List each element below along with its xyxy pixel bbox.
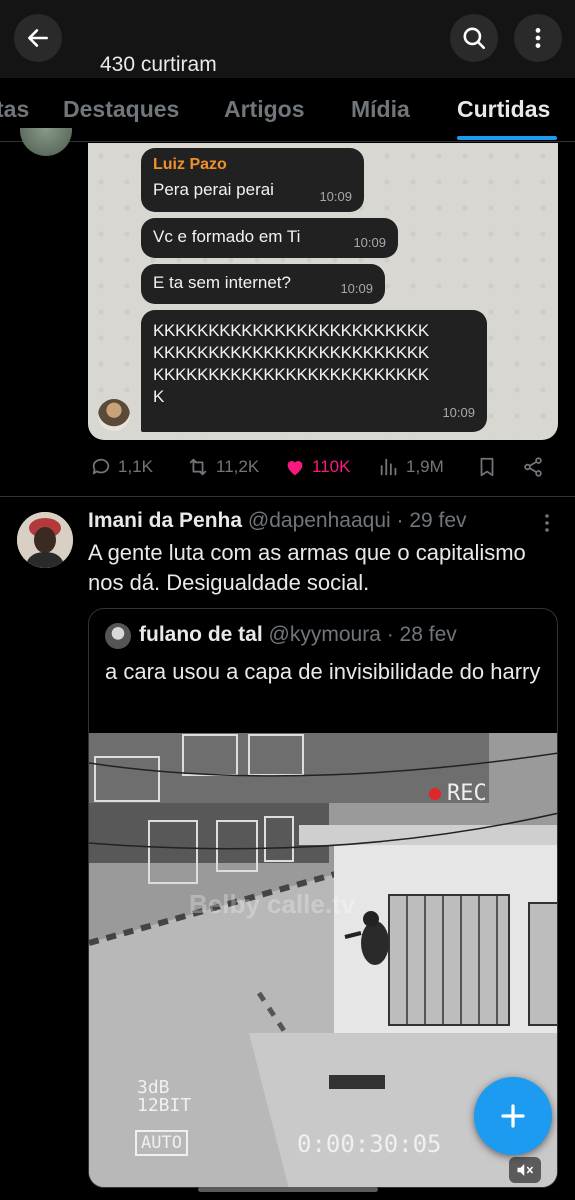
reply-icon bbox=[92, 458, 110, 475]
chat-message-line: KKKKKKKKKKKKKKKKKKKKKKKKK bbox=[153, 321, 429, 340]
chat-message-time: 10:09 bbox=[319, 189, 352, 204]
tab-respostas[interactable]: tas bbox=[0, 96, 29, 123]
compose-button[interactable] bbox=[474, 1077, 552, 1155]
views-count: 1,9M bbox=[406, 457, 444, 476]
auto-label: AUTO bbox=[135, 1130, 188, 1156]
home-indicator[interactable] bbox=[198, 1187, 378, 1192]
mute-button[interactable] bbox=[509, 1157, 541, 1183]
camera-timecode: 0:00:30:05 bbox=[297, 1130, 442, 1158]
rec-label: REC bbox=[447, 781, 487, 806]
rec-indicator: REC bbox=[429, 781, 487, 806]
arrow-left-icon bbox=[28, 29, 48, 47]
repost-count: 11,2K bbox=[216, 457, 260, 476]
plus-icon bbox=[501, 1104, 525, 1128]
tab-artigos[interactable]: Artigos bbox=[224, 96, 305, 123]
chat-bubble: KKKKKKKKKKKKKKKKKKKKKKKKK KKKKKKKKKKKKKK… bbox=[141, 310, 487, 432]
views-chart-icon bbox=[380, 458, 397, 476]
avatar-portrait bbox=[17, 512, 73, 568]
chat-bubble: Vc e formado em Ti 10:09 bbox=[141, 218, 398, 258]
video-watermark: Belby calle.tv bbox=[189, 889, 356, 919]
chat-message-text: Vc e formado em Ti bbox=[153, 227, 301, 246]
tab-curtidas[interactable]: Curtidas bbox=[457, 96, 550, 123]
more-vertical-icon bbox=[535, 28, 541, 48]
chat-message-time: 10:09 bbox=[353, 235, 386, 250]
author-name[interactable]: Imani da Penha bbox=[88, 509, 242, 532]
author-handle[interactable]: @dapenhaaqui bbox=[248, 509, 391, 532]
camera-audio-info: 3dB 12BIT bbox=[137, 1079, 191, 1115]
tweet-date[interactable]: · 29 fev bbox=[397, 509, 467, 532]
bookmark-button[interactable] bbox=[476, 456, 498, 478]
chat-message-line: KKKKKKKKKKKKKKKKKKKKKKKKK bbox=[153, 365, 429, 384]
quoted-author-name: fulano de tal bbox=[139, 623, 263, 646]
active-tab-indicator bbox=[457, 136, 557, 140]
chat-bubble: E ta sem internet? 10:09 bbox=[141, 264, 385, 304]
chat-sender-name: Luiz Pazo bbox=[153, 156, 227, 173]
chat-message-line: K bbox=[153, 387, 165, 406]
tweet-action-bar: 1,1K 11,2K 110K 1,9M bbox=[88, 452, 558, 484]
like-count: 110K bbox=[312, 457, 351, 476]
chat-message-text: E ta sem internet? bbox=[153, 273, 291, 292]
quoted-author-handle: @kyymoura bbox=[268, 623, 381, 646]
tweet-image[interactable]: Luiz Pazo Pera perai perai 10:09 Vc e fo… bbox=[88, 143, 558, 440]
quoted-author-line: fulano de tal @kyymoura · 28 fev bbox=[139, 623, 457, 647]
tweet-text: A gente luta com as armas que o capitali… bbox=[88, 540, 526, 595]
tweet-divider bbox=[0, 496, 575, 497]
share-icon bbox=[524, 457, 542, 477]
bookmark-icon bbox=[480, 457, 494, 477]
chat-message-text: Pera perai perai bbox=[153, 180, 274, 199]
profile-header: 430 curtiram bbox=[0, 0, 575, 78]
avatar[interactable] bbox=[20, 128, 72, 156]
avatar[interactable] bbox=[17, 512, 73, 568]
speaker-muted-icon bbox=[517, 1164, 534, 1176]
search-button[interactable] bbox=[450, 14, 498, 62]
reply-button[interactable]: 1,1K bbox=[90, 456, 153, 478]
profile-tabs: tas Destaques Artigos Mídia Curtidas bbox=[0, 78, 575, 142]
quoted-tweet-date: · 28 fev bbox=[386, 623, 457, 646]
bit-label: 12BIT bbox=[137, 1095, 192, 1116]
tweet-author-line: Imani da Penha @dapenhaaqui · 29 fev bbox=[88, 509, 467, 533]
chat-message-time: 10:09 bbox=[442, 405, 475, 420]
more-options-button[interactable] bbox=[514, 14, 562, 62]
repost-button[interactable]: 11,2K bbox=[186, 456, 259, 478]
chat-message-line: KKKKKKKKKKKKKKKKKKKKKKKKK bbox=[153, 343, 429, 362]
rec-dot-icon bbox=[429, 787, 441, 800]
repost-icon bbox=[189, 458, 207, 476]
chat-message-time: 10:09 bbox=[340, 281, 373, 296]
chat-avatar bbox=[98, 399, 130, 431]
back-button[interactable] bbox=[14, 14, 62, 62]
tab-midia[interactable]: Mídia bbox=[351, 96, 410, 123]
quoted-tweet-text: a cara usou a capa de invisibilidade do … bbox=[105, 659, 541, 684]
search-icon bbox=[463, 27, 486, 50]
avatar bbox=[105, 623, 131, 649]
chat-bubble: Luiz Pazo Pera perai perai 10:09 bbox=[141, 148, 364, 212]
heart-filled-icon bbox=[287, 461, 303, 476]
reply-count: 1,1K bbox=[118, 457, 153, 476]
more-vertical-icon bbox=[545, 514, 549, 532]
like-button[interactable]: 110K bbox=[284, 456, 350, 478]
tab-destaques[interactable]: Destaques bbox=[63, 96, 179, 123]
views-button[interactable]: 1,9M bbox=[378, 456, 444, 478]
share-button[interactable] bbox=[522, 456, 544, 478]
likes-count-label: 430 curtiram bbox=[100, 53, 217, 74]
tweet-more-button[interactable] bbox=[540, 512, 554, 539]
